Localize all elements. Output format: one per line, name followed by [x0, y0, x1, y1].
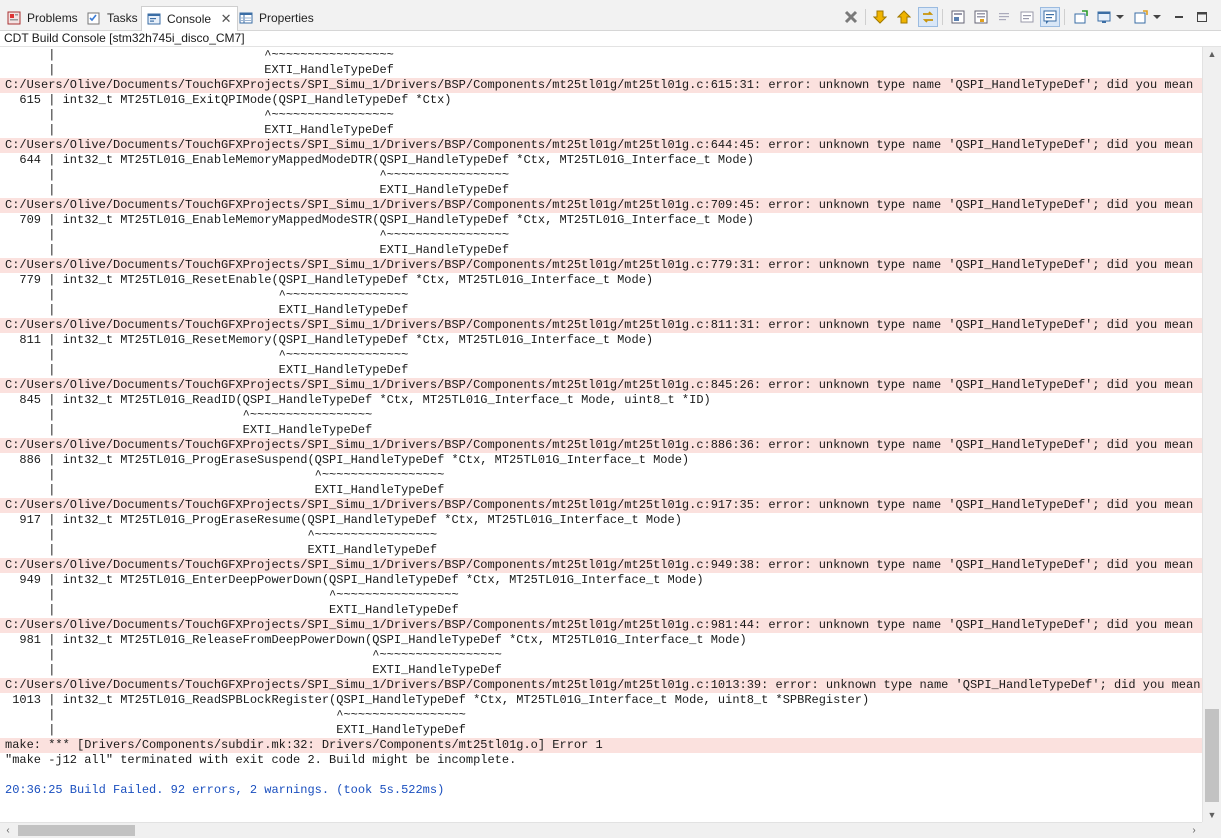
console-line: | ^~~~~~~~~~~~~~~~~~	[5, 708, 466, 722]
remove-all-terminated-icon[interactable]	[841, 7, 861, 27]
scroll-up-icon[interactable]: ▲	[1203, 47, 1221, 61]
console-error-line: C:/Users/Olive/Documents/TouchGFXProject…	[0, 618, 1202, 633]
tab-properties[interactable]: Properties	[238, 6, 314, 30]
console-error-line: make: *** [Drivers/Components/subdir.mk:…	[0, 738, 1202, 753]
tab-console[interactable]: Console ✕	[141, 6, 239, 31]
view-tab-bar: Problems Tasks Console ✕ Properties	[0, 0, 1221, 31]
console-line: | EXTI_HandleTypeDef	[5, 123, 394, 137]
copy-icon[interactable]	[994, 7, 1014, 27]
console-line: 949 | int32_t MT25TL01G_EnterDeepPowerDo…	[5, 573, 704, 587]
console-line: | ^~~~~~~~~~~~~~~~~~	[5, 468, 445, 482]
tab-tasks[interactable]: Tasks	[86, 6, 138, 30]
console-title: CDT Build Console [stm32h745i_disco_CM7]	[0, 31, 1221, 47]
console-error-line: C:/Users/Olive/Documents/TouchGFXProject…	[0, 78, 1202, 93]
close-icon[interactable]: ✕	[219, 11, 233, 26]
maximize-icon[interactable]	[1192, 7, 1212, 27]
console-line: | EXTI_HandleTypeDef	[5, 603, 459, 617]
chevron-down-icon[interactable]	[1114, 7, 1126, 27]
show-console-icon[interactable]	[1017, 7, 1037, 27]
console-line: | EXTI_HandleTypeDef	[5, 423, 373, 437]
vertical-scrollbar[interactable]: ▲ ▼	[1202, 47, 1221, 822]
console-line: 1013 | int32_t MT25TL01G_ReadSPBLockRegi…	[5, 693, 870, 707]
console-error-line: C:/Users/Olive/Documents/TouchGFXProject…	[0, 678, 1202, 693]
console-error-line: C:/Users/Olive/Documents/TouchGFXProject…	[0, 198, 1202, 213]
console-line: | ^~~~~~~~~~~~~~~~~~	[5, 288, 409, 302]
tasks-icon	[86, 10, 102, 26]
console-line: | ^~~~~~~~~~~~~~~~~~	[5, 48, 394, 62]
new-console-icon[interactable]	[1131, 7, 1151, 27]
word-wrap-icon[interactable]	[971, 7, 991, 27]
console-line: | EXTI_HandleTypeDef	[5, 723, 466, 737]
console-line: | EXTI_HandleTypeDef	[5, 183, 510, 197]
problems-icon	[6, 10, 22, 26]
console-error-line: C:/Users/Olive/Documents/TouchGFXProject…	[0, 438, 1202, 453]
chevron-down-icon[interactable]	[1151, 7, 1163, 27]
console-error-line: C:/Users/Olive/Documents/TouchGFXProject…	[0, 498, 1202, 513]
console-line: | ^~~~~~~~~~~~~~~~~~	[5, 108, 394, 122]
console-error-line: C:/Users/Olive/Documents/TouchGFXProject…	[0, 258, 1202, 273]
console-line: 981 | int32_t MT25TL01G_ReleaseFromDeepP…	[5, 633, 747, 647]
console-line: | ^~~~~~~~~~~~~~~~~~	[5, 408, 373, 422]
console-line: | ^~~~~~~~~~~~~~~~~~	[5, 528, 438, 542]
console-line: 845 | int32_t MT25TL01G_ReadID(QSPI_Hand…	[5, 393, 711, 407]
console-line: | ^~~~~~~~~~~~~~~~~~	[5, 648, 502, 662]
properties-icon	[238, 10, 254, 26]
console-line: | ^~~~~~~~~~~~~~~~~~	[5, 588, 459, 602]
console-status-line: 20:36:25 Build Failed. 92 errors, 2 warn…	[5, 783, 445, 797]
console-line: 917 | int32_t MT25TL01G_ProgEraseResume(…	[5, 513, 682, 527]
horizontal-scrollbar-thumb[interactable]	[18, 825, 135, 836]
console-line: 811 | int32_t MT25TL01G_ResetMemory(QSPI…	[5, 333, 654, 347]
tab-console-label: Console	[167, 12, 212, 26]
console-line: 644 | int32_t MT25TL01G_EnableMemoryMapp…	[5, 153, 754, 167]
console-line: 779 | int32_t MT25TL01G_ResetEnable(QSPI…	[5, 273, 654, 287]
display-selected-console-icon[interactable]	[1071, 7, 1091, 27]
console-line: | EXTI_HandleTypeDef	[5, 363, 409, 377]
console-error-line: C:/Users/Olive/Documents/TouchGFXProject…	[0, 558, 1202, 573]
scroll-left-icon[interactable]: ‹	[0, 823, 16, 838]
tab-problems[interactable]: Problems	[6, 6, 78, 30]
scroll-down-icon[interactable]: ▼	[1203, 808, 1221, 822]
next-error-icon[interactable]	[870, 7, 890, 27]
link-with-editor-icon[interactable]	[918, 7, 938, 27]
console-line: | EXTI_HandleTypeDef	[5, 483, 445, 497]
console-line: 886 | int32_t MT25TL01G_ProgEraseSuspend…	[5, 453, 690, 467]
previous-error-icon[interactable]	[894, 7, 914, 27]
scroll-right-icon[interactable]: ›	[1186, 823, 1202, 838]
pin-console-icon[interactable]	[1040, 7, 1060, 27]
console-line: | EXTI_HandleTypeDef	[5, 303, 409, 317]
console-line: | ^~~~~~~~~~~~~~~~~~	[5, 168, 510, 182]
console-line: | EXTI_HandleTypeDef	[5, 63, 394, 77]
console-line: | EXTI_HandleTypeDef	[5, 243, 510, 257]
tab-problems-label: Problems	[27, 11, 78, 25]
console-line: | EXTI_HandleTypeDef	[5, 543, 438, 557]
tab-tasks-label: Tasks	[107, 11, 138, 25]
console-error-line: C:/Users/Olive/Documents/TouchGFXProject…	[0, 378, 1202, 393]
console-error-line: C:/Users/Olive/Documents/TouchGFXProject…	[0, 138, 1202, 153]
scrollbar-corner	[1202, 822, 1221, 838]
minimize-icon[interactable]	[1169, 7, 1189, 27]
console-error-line: C:/Users/Olive/Documents/TouchGFXProject…	[0, 318, 1202, 333]
console-line: | EXTI_HandleTypeDef	[5, 663, 502, 677]
horizontal-scrollbar[interactable]: ‹ ›	[0, 822, 1202, 838]
tab-properties-label: Properties	[259, 11, 314, 25]
console-line: | ^~~~~~~~~~~~~~~~~~	[5, 348, 409, 362]
vertical-scrollbar-thumb[interactable]	[1205, 709, 1219, 802]
console-line: 709 | int32_t MT25TL01G_EnableMemoryMapp…	[5, 213, 754, 227]
console-output[interactable]: | ^~~~~~~~~~~~~~~~~~ | EXTI_HandleTypeDe…	[0, 47, 1202, 822]
console-line: "make -j12 all" terminated with exit cod…	[5, 753, 517, 767]
scroll-lock-icon[interactable]	[948, 7, 968, 27]
open-console-icon[interactable]	[1094, 7, 1114, 27]
console-line: 615 | int32_t MT25TL01G_ExitQPIMode(QSPI…	[5, 93, 452, 107]
console-line: | ^~~~~~~~~~~~~~~~~~	[5, 228, 510, 242]
toolbar-separator	[865, 9, 866, 25]
toolbar-separator	[942, 9, 943, 25]
console-icon	[146, 11, 162, 27]
toolbar-separator	[1064, 9, 1065, 25]
